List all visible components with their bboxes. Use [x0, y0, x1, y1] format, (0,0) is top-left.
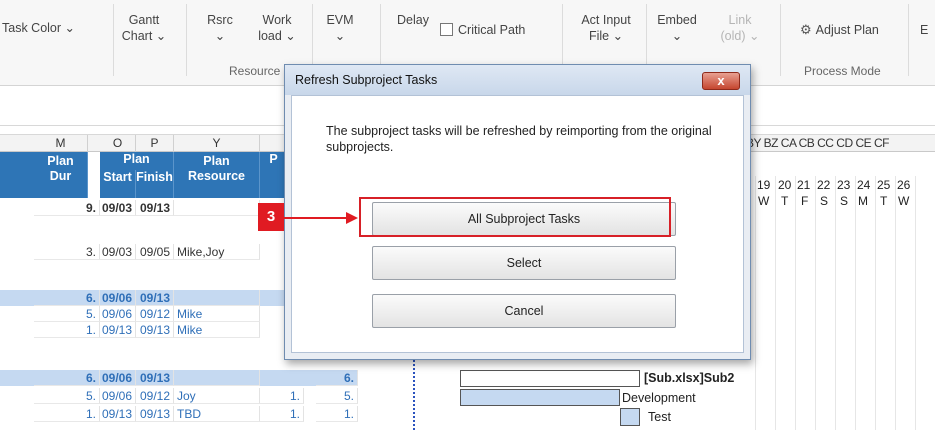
plan-dur-cell[interactable]: 5. [34, 306, 100, 322]
start-cell[interactable]: 09/06 [100, 370, 136, 386]
highlight-box [359, 197, 671, 237]
resource-cell[interactable] [174, 290, 260, 306]
column-letter[interactable]: P [136, 135, 174, 152]
ribbon-separator [186, 4, 187, 76]
gantt-bar-label: [Sub.xlsx]Sub2 [644, 371, 735, 385]
arrow-icon [284, 212, 358, 224]
resource-cell[interactable] [174, 200, 260, 216]
rsrc-button[interactable]: Rsrc ⌄ [199, 12, 241, 44]
plan-dur-cell[interactable]: 1. [34, 322, 100, 338]
finish-cell[interactable]: 09/13 [136, 200, 174, 216]
value-cell[interactable]: 5. [316, 388, 358, 404]
gantt-bar-label: Test [648, 410, 671, 424]
close-icon[interactable]: x [702, 72, 740, 90]
plan-dur-cell[interactable]: 9. [34, 200, 100, 216]
gantt-task-bar[interactable] [460, 389, 620, 406]
table-row[interactable]: 5. 09/06 09/12 Joy 1. 5. [0, 388, 460, 404]
gantt-chart-button[interactable]: Gantt Chart ⌄ [118, 12, 170, 44]
ribbon-separator [113, 4, 114, 76]
plan-dur-cell[interactable]: 1. [34, 406, 100, 422]
finish-cell[interactable]: 09/12 [136, 388, 174, 404]
gantt-summary-bar[interactable] [460, 370, 640, 387]
plan-dur-cell[interactable]: 5. [34, 388, 100, 404]
column-letter[interactable]: O [100, 135, 136, 152]
value-cell[interactable]: 6. [316, 370, 358, 386]
dialog-title: Refresh Subproject Tasks [295, 73, 438, 87]
value-cell[interactable]: 1. [260, 406, 304, 422]
plan-header: Plan [100, 152, 174, 170]
checkbox-icon [440, 23, 453, 36]
column-letter[interactable]: M [34, 135, 88, 152]
adjust-plan-button[interactable]: ⚙ Adjust Plan [800, 22, 879, 38]
gantt-column-letters: BY BZ CA CB CC CD CE CF [746, 136, 889, 150]
resource-group-label: Resource [229, 64, 281, 78]
ribbon-separator [908, 4, 909, 76]
finish-cell[interactable]: 09/13 [136, 406, 174, 422]
plan-dur-header: Plan Dur [34, 152, 88, 198]
value-cell[interactable]: 1. [316, 406, 358, 422]
act-input-file-button[interactable]: Act Input File ⌄ [576, 12, 636, 44]
start-cell[interactable]: 09/03 [100, 200, 136, 216]
link-old-button[interactable]: Link (old) ⌄ [720, 12, 760, 44]
resource-cell[interactable]: Mike [174, 322, 260, 338]
finish-cell[interactable]: 09/13 [136, 290, 174, 306]
start-cell[interactable]: 09/13 [100, 406, 136, 422]
finish-cell[interactable]: 09/13 [136, 322, 174, 338]
select-button[interactable]: Select [372, 246, 676, 280]
finish-cell[interactable]: 09/13 [136, 370, 174, 386]
finish-cell[interactable]: 09/12 [136, 306, 174, 322]
table-row[interactable]: 6. 09/06 09/13 6. [0, 370, 460, 386]
process-mode-group-label: Process Mode [804, 64, 881, 78]
resource-cell[interactable]: Mike [174, 306, 260, 322]
start-header: Start [100, 170, 136, 198]
evm-button[interactable]: EVM ⌄ [320, 12, 360, 44]
row-header-band [0, 152, 34, 198]
plan-resource-header: Plan Resource [174, 152, 260, 198]
critical-path-checkbox[interactable]: Critical Path [440, 22, 525, 38]
plan-dur-cell[interactable]: 6. [34, 370, 100, 386]
ribbon-cut-off-button[interactable]: E [920, 22, 928, 38]
dialog-title-bar[interactable]: Refresh Subproject Tasks x [285, 65, 750, 95]
start-cell[interactable]: 09/03 [100, 244, 136, 260]
table-row[interactable]: 1. 09/13 09/13 TBD 1. 1. [0, 406, 460, 422]
gantt-task-bar[interactable] [620, 408, 640, 426]
dialog-message: The subproject tasks will be refreshed b… [326, 124, 712, 154]
start-cell[interactable]: 09/13 [100, 322, 136, 338]
gantt-bar-label: Development [622, 391, 696, 405]
adjust-plan-icon: ⚙ [800, 22, 812, 37]
finish-header: Finish [136, 170, 174, 198]
delay-button[interactable]: Delay [397, 12, 429, 28]
cancel-button[interactable]: Cancel [372, 294, 676, 328]
finish-cell[interactable]: 09/05 [136, 244, 174, 260]
value-cell[interactable]: 1. [260, 388, 304, 404]
plan-dur-cell[interactable]: 3. [34, 244, 100, 260]
resource-cell[interactable]: Joy [174, 388, 260, 404]
start-cell[interactable]: 09/06 [100, 306, 136, 322]
step-callout: 3 [258, 203, 284, 231]
resource-cell[interactable]: Mike,Joy [174, 244, 260, 260]
embed-button[interactable]: Embed ⌄ [652, 12, 702, 44]
resource-cell[interactable] [174, 370, 260, 386]
task-color-button[interactable]: Task Color ⌄ [2, 20, 75, 36]
ribbon-separator [780, 4, 781, 76]
start-cell[interactable]: 09/06 [100, 388, 136, 404]
plan-dur-cell[interactable]: 6. [34, 290, 100, 306]
resource-cell[interactable]: TBD [174, 406, 260, 422]
column-letter[interactable]: Y [174, 135, 260, 152]
start-cell[interactable]: 09/06 [100, 290, 136, 306]
workload-button[interactable]: Work load ⌄ [253, 12, 301, 44]
